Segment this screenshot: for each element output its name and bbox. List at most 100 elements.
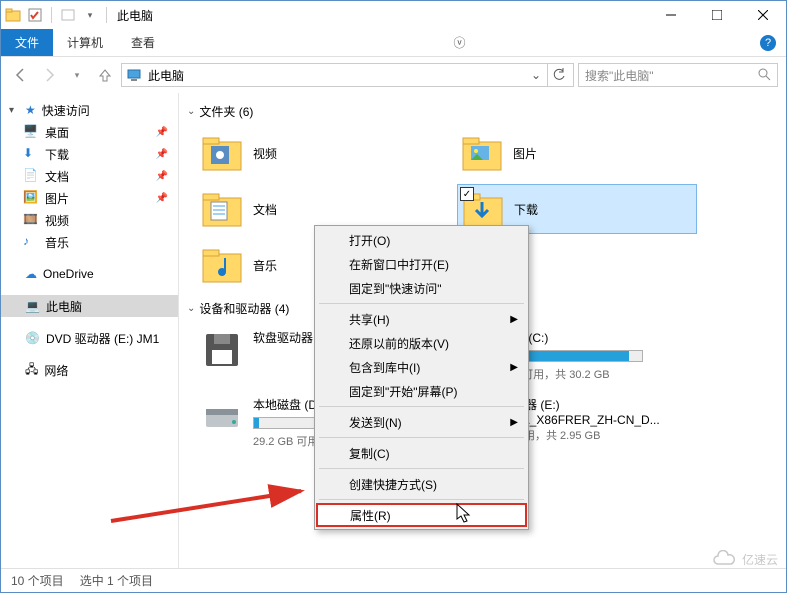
ribbon-expand-icon[interactable]: ⓥ — [444, 29, 476, 56]
desktop-icon: 🖥️ — [23, 124, 39, 140]
watermark: 亿速云 — [710, 550, 778, 568]
ribbon-tabs: 文件 计算机 查看 ⓥ ? — [1, 29, 786, 57]
separator — [319, 468, 524, 469]
search-box[interactable]: 搜索"此电脑" — [578, 63, 778, 87]
status-bar: 10 个项目 选中 1 个项目 — [1, 568, 786, 592]
cm-share[interactable]: 共享(H)▶ — [317, 307, 526, 331]
search-placeholder: 搜索"此电脑" — [585, 67, 654, 84]
pictures-icon: 🖼️ — [23, 190, 39, 206]
context-menu: 打开(O) 在新窗口中打开(E) 固定到"快速访问" 共享(H)▶ 还原以前的版… — [314, 225, 529, 530]
cm-open-new-window[interactable]: 在新窗口中打开(E) — [317, 252, 526, 276]
separator — [319, 303, 524, 304]
drive-subtext: 3 可用，共 30.2 GB — [513, 366, 693, 382]
properties-icon[interactable] — [27, 7, 43, 23]
drive-label: 动器 (E:) — [513, 396, 693, 413]
sidebar-item-pictures[interactable]: 🖼️图片📌 — [1, 187, 178, 209]
sidebar-dvd[interactable]: ▸💿DVD 驱动器 (E:) JM1 — [1, 327, 178, 349]
window-title: 此电脑 — [117, 7, 153, 24]
submenu-arrow-icon: ▶ — [510, 417, 518, 428]
sidebar-item-videos[interactable]: 🎞️视频 — [1, 209, 178, 231]
up-button[interactable] — [93, 63, 117, 87]
quick-access-toolbar: ▾ — [5, 7, 109, 23]
title-bar: ▾ 此电脑 — [1, 1, 786, 29]
cm-create-shortcut[interactable]: 创建快捷方式(S) — [317, 472, 526, 496]
pin-icon: 📌 — [156, 149, 168, 160]
navigation-pane: ▾★快速访问 🖥️桌面📌 ⬇下载📌 📄文档📌 🖼️图片📌 🎞️视频 ♪音乐 ▸☁… — [1, 93, 179, 568]
separator — [106, 7, 107, 23]
maximize-button[interactable] — [694, 1, 740, 29]
drive-label: 盘 (C:) — [513, 329, 693, 346]
music-folder-icon — [201, 244, 243, 286]
documents-folder-icon — [201, 188, 243, 230]
cm-restore-versions[interactable]: 还原以前的版本(V) — [317, 331, 526, 355]
folder-label: 文档 — [253, 201, 277, 218]
recent-dropdown-icon[interactable]: ▾ — [65, 63, 89, 87]
sidebar-item-desktop[interactable]: 🖥️桌面📌 — [1, 121, 178, 143]
group-header-folders[interactable]: ⌄文件夹 (6) — [187, 103, 778, 120]
separator — [319, 406, 524, 407]
cm-pin-quick-access[interactable]: 固定到"快速访问" — [317, 276, 526, 300]
help-icon[interactable]: ? — [750, 29, 786, 56]
submenu-arrow-icon: ▶ — [510, 362, 518, 373]
new-folder-icon[interactable] — [60, 7, 76, 23]
address-bar[interactable]: 此电脑 ⌄ — [121, 63, 574, 87]
refresh-icon[interactable] — [547, 64, 569, 86]
separator — [51, 7, 52, 23]
sidebar-item-music[interactable]: ♪音乐 — [1, 231, 178, 253]
cm-send-to[interactable]: 发送到(N)▶ — [317, 410, 526, 434]
drive-subtext: 可用，共 2.95 GB — [513, 427, 693, 443]
sidebar-this-pc[interactable]: ▸💻此电脑 — [1, 295, 178, 317]
videos-icon: 🎞️ — [23, 212, 39, 228]
address-path: 此电脑 — [148, 67, 184, 84]
pin-icon: 📌 — [156, 127, 168, 138]
close-button[interactable] — [740, 1, 786, 29]
forward-button[interactable] — [37, 63, 61, 87]
navigation-bar: ▾ 此电脑 ⌄ 搜索"此电脑" — [1, 57, 786, 93]
folder-label: 下载 — [514, 201, 538, 218]
cm-include-library[interactable]: 包含到库中(I)▶ — [317, 355, 526, 379]
downloads-icon: ⬇ — [23, 146, 39, 162]
folder-item-pictures[interactable]: 图片 — [457, 128, 697, 178]
cm-properties[interactable]: 属性(R) — [316, 503, 527, 527]
checkbox-icon[interactable]: ✓ — [460, 187, 474, 201]
sidebar-item-documents[interactable]: 📄文档📌 — [1, 165, 178, 187]
chevron-down-icon[interactable]: ▾ — [82, 7, 98, 23]
onedrive-icon: ☁ — [25, 267, 37, 281]
cm-copy[interactable]: 复制(C) — [317, 441, 526, 465]
submenu-arrow-icon: ▶ — [510, 314, 518, 325]
computer-icon — [126, 67, 142, 83]
cm-pin-start[interactable]: 固定到"开始"屏幕(P) — [317, 379, 526, 403]
status-count: 10 个项目 — [11, 572, 64, 589]
dvd-icon: 💿 — [25, 331, 40, 345]
tab-view[interactable]: 查看 — [117, 29, 169, 56]
cm-open[interactable]: 打开(O) — [317, 228, 526, 252]
computer-icon: 💻 — [25, 299, 40, 313]
folder-label: 视频 — [253, 145, 277, 162]
sidebar-onedrive[interactable]: ▸☁OneDrive — [1, 263, 178, 285]
floppy-icon — [201, 329, 243, 371]
sidebar-item-downloads[interactable]: ⬇下载📌 — [1, 143, 178, 165]
folder-item-videos[interactable]: 视频 — [197, 128, 437, 178]
tab-file[interactable]: 文件 — [1, 29, 53, 56]
drive-label2: RA_X86FRER_ZH-CN_D... — [513, 413, 693, 427]
folder-label: 图片 — [513, 145, 537, 162]
separator — [319, 499, 524, 500]
drive-usage-bar — [513, 350, 643, 362]
hdd-icon — [201, 396, 243, 438]
search-icon — [757, 67, 771, 84]
separator — [319, 437, 524, 438]
address-dropdown-icon[interactable]: ⌄ — [531, 68, 541, 82]
pin-icon: 📌 — [156, 193, 168, 204]
sidebar-quick-access[interactable]: ▾★快速访问 — [1, 99, 178, 121]
minimize-button[interactable] — [648, 1, 694, 29]
sidebar-network[interactable]: ▸🖧网络 — [1, 359, 178, 381]
folder-icon — [5, 7, 21, 23]
music-icon: ♪ — [23, 234, 39, 250]
videos-folder-icon — [201, 132, 243, 174]
back-button[interactable] — [9, 63, 33, 87]
cloud-icon — [710, 550, 738, 568]
documents-icon: 📄 — [23, 168, 39, 184]
network-icon: 🖧 — [25, 360, 38, 381]
tab-computer[interactable]: 计算机 — [53, 29, 117, 56]
status-selected: 选中 1 个项目 — [80, 572, 153, 589]
